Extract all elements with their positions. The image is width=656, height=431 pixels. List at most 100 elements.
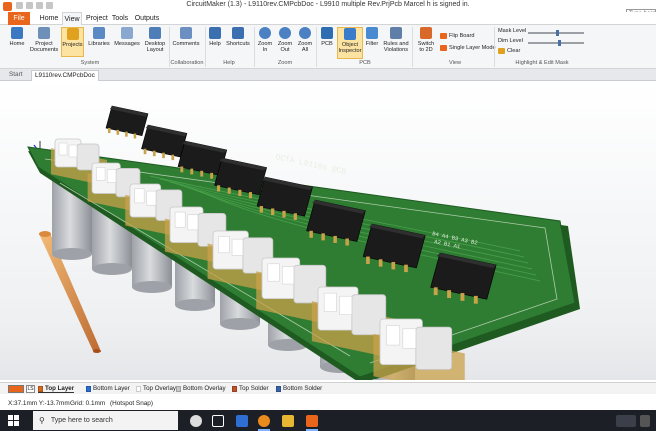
desktop-layout-label: Desktop Layout: [144, 41, 166, 53]
chip-pin: [152, 150, 156, 157]
chip-pin: [227, 187, 231, 194]
dim-level-label: Dim Level: [498, 38, 523, 44]
clear-icon: [498, 48, 505, 54]
chip-pin: [366, 256, 370, 264]
ic-chip[interactable]: [105, 105, 149, 139]
single-layer-icon: [440, 45, 447, 51]
ribbon-separator: [494, 27, 495, 67]
tab-pcb-document[interactable]: L9110rev.CMPcbDoc: [31, 70, 99, 81]
zoom-all-label: Zoom All: [297, 41, 313, 53]
zoom-in-button[interactable]: Zoom In: [257, 27, 273, 53]
zoom-out-label: Zoom Out: [277, 41, 293, 53]
ribbon-separator: [254, 27, 255, 67]
chip-pin: [217, 185, 221, 192]
home-button[interactable]: Home: [8, 27, 26, 47]
layer-tab-top-layer[interactable]: Top Layer: [38, 385, 75, 393]
status-bar: X:37.1mm Y:-13.7mm Grid: 0.1mm (Hotspot …: [0, 398, 656, 410]
tab-file[interactable]: File: [8, 12, 30, 25]
help-icon: [209, 27, 221, 39]
edge-icon[interactable]: [236, 415, 248, 427]
task-view-icon[interactable]: [212, 415, 224, 427]
libraries-button[interactable]: Libraries: [87, 27, 111, 47]
project-documents-button[interactable]: Project Documents: [30, 27, 58, 53]
tab-project[interactable]: Project: [86, 12, 108, 25]
snap-mode: (Hotspot Snap): [110, 400, 153, 407]
chip-pin: [378, 259, 383, 267]
dim-level-knob[interactable]: [558, 40, 561, 46]
rules-violations-button[interactable]: Rules and Violations: [382, 27, 410, 53]
pcb-icon: [321, 27, 333, 39]
cortana-icon[interactable]: [190, 415, 202, 427]
chip-pin: [293, 213, 297, 220]
zoom-all-button[interactable]: Zoom All: [297, 27, 313, 53]
chip-pin: [345, 238, 349, 246]
chip-pin: [391, 261, 396, 270]
layer-tab-bottom-solder[interactable]: Bottom Solder: [276, 385, 322, 392]
tab-home[interactable]: Home: [39, 12, 59, 25]
layer-tab-bottom-overlay[interactable]: Bottom Overlay: [176, 385, 226, 392]
system-tray-icon[interactable]: [616, 415, 636, 427]
chip-pin: [133, 133, 137, 139]
taskbar-search-input[interactable]: ⚲ Type here to search: [33, 411, 178, 430]
layer-tab-top-overlay[interactable]: Top Overlay: [136, 385, 176, 392]
object-inspector-button[interactable]: Object Inspector: [337, 27, 363, 59]
white-connector[interactable]: [373, 318, 465, 380]
chip-pin: [404, 264, 408, 273]
zoom-in-icon: [259, 27, 271, 39]
desktop-layout-icon: [149, 27, 161, 39]
layer-color-swatch: [38, 385, 43, 392]
help-button[interactable]: Help: [208, 27, 222, 47]
mask-level-slider[interactable]: [528, 30, 584, 36]
chip-pin: [248, 192, 253, 199]
documents-icon: [38, 27, 50, 39]
clear-button[interactable]: Clear: [498, 48, 520, 54]
chip-pin: [282, 210, 286, 218]
layer-set-button[interactable]: LS: [26, 385, 35, 393]
desktop-layout-button[interactable]: Desktop Layout: [143, 27, 167, 53]
chip-pin: [238, 189, 242, 197]
chip-pin: [210, 172, 214, 179]
single-layer-mode-button[interactable]: Single Layer Mode: [440, 45, 496, 51]
pcb-3d-viewport[interactable]: OCTA L9110s @CB B4 A4 B3 A3 B2 A2 B1 A1: [0, 81, 656, 380]
firefox-icon[interactable]: [258, 415, 270, 427]
chip-pin: [190, 168, 194, 175]
layer-label: Bottom Layer: [93, 385, 130, 392]
ic-chip[interactable]: [141, 124, 188, 161]
chip-pin: [200, 170, 204, 177]
chip-pin: [271, 208, 275, 216]
zoom-out-button[interactable]: Zoom Out: [277, 27, 293, 53]
chip-pin: [473, 295, 478, 304]
dim-level-slider[interactable]: [528, 40, 584, 46]
notifications-icon[interactable]: [640, 415, 650, 427]
messages-button[interactable]: Messages: [114, 27, 140, 47]
tab-view[interactable]: View: [62, 12, 82, 25]
pcb-button[interactable]: PCB: [319, 27, 335, 47]
pcb-label: PCB: [321, 41, 333, 47]
switch-2d-icon: [420, 27, 432, 39]
chip-pin: [125, 131, 128, 137]
tab-tools[interactable]: Tools: [111, 12, 129, 25]
tab-start[interactable]: Start: [6, 70, 26, 81]
group-label-zoom: Zoom: [277, 60, 293, 66]
windows-start-icon[interactable]: [8, 415, 20, 427]
layer-color-swatch: [136, 385, 141, 392]
circuitmaker-taskbar-icon[interactable]: [306, 415, 318, 427]
layer-color-swatch: [276, 385, 281, 392]
comments-button[interactable]: Comments: [172, 27, 200, 47]
flip-board-button[interactable]: Flip Board: [440, 33, 475, 39]
filter-button[interactable]: Filter: [365, 27, 379, 47]
tab-outputs[interactable]: Outputs: [134, 12, 160, 25]
projects-button[interactable]: Projects: [61, 27, 84, 57]
current-layer-swatch[interactable]: [8, 385, 24, 393]
mask-level-knob[interactable]: [556, 30, 559, 36]
comments-label: Comments: [172, 41, 200, 47]
ribbon-separator: [205, 27, 206, 67]
project-documents-label: Project Documents: [29, 41, 59, 53]
file-explorer-icon[interactable]: [282, 415, 294, 427]
layer-tab-bottom-layer[interactable]: Bottom Layer: [86, 385, 130, 392]
shortcuts-button[interactable]: Shortcuts: [225, 27, 251, 47]
group-label-system: System: [80, 60, 100, 66]
group-label-help: Help: [223, 60, 235, 66]
switch-2d-button[interactable]: Switch to 2D: [415, 27, 437, 53]
layer-tab-top-solder[interactable]: Top Solder: [232, 385, 269, 392]
